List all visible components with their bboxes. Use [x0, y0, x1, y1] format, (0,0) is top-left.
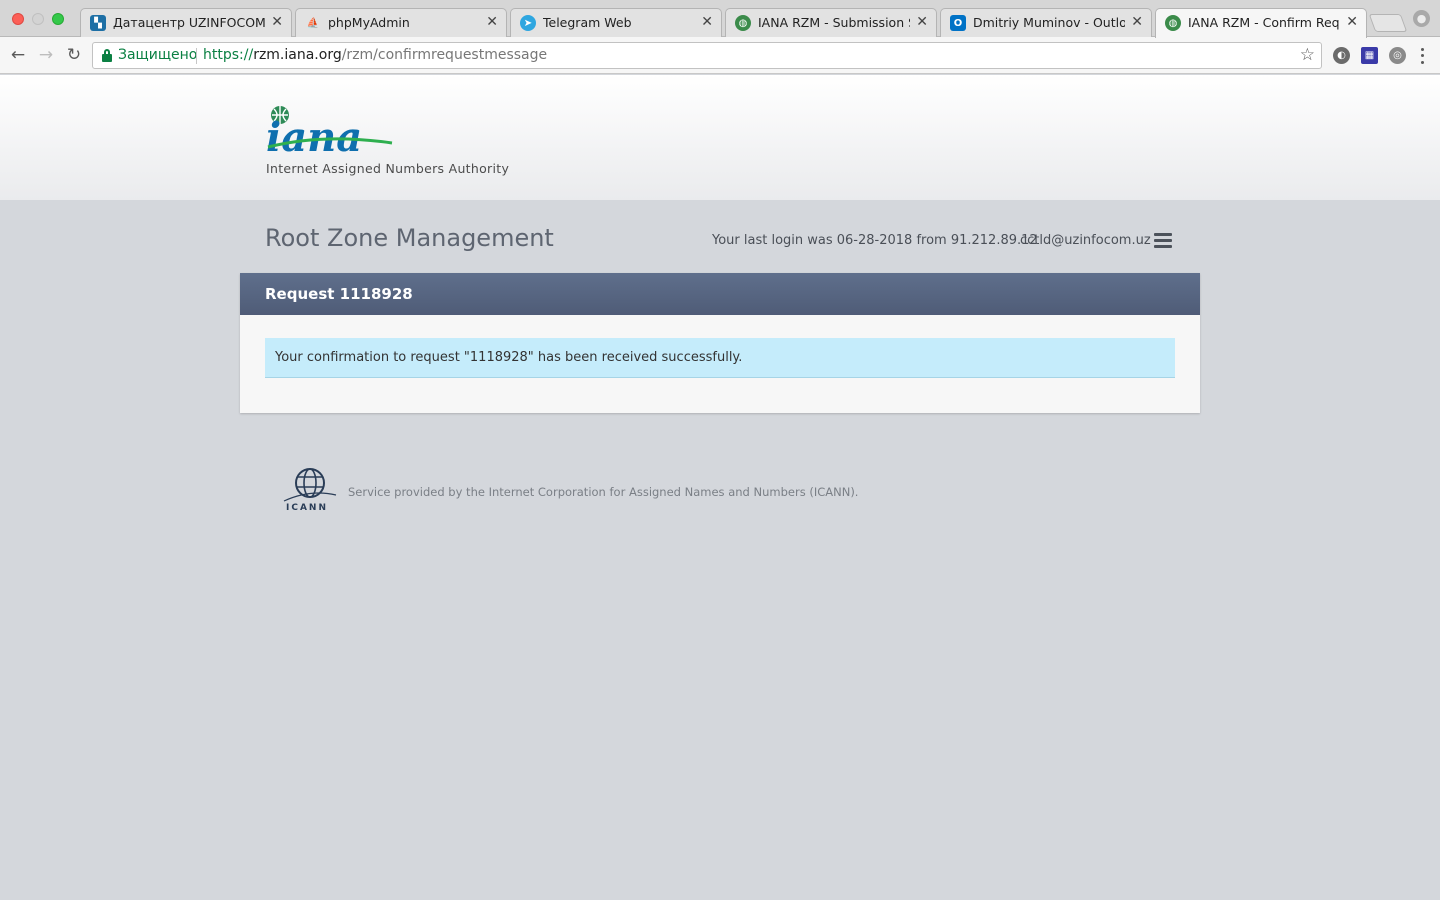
tab-title: Dmitriy Muminov - Outlook W: [973, 15, 1125, 30]
secure-label: Защищено: [118, 47, 198, 63]
request-panel: Request 1118928 Your confirmation to req…: [240, 273, 1200, 413]
tab-close-icon[interactable]: ✕: [1131, 13, 1143, 31]
browser-tabstrip: ▚ Датацентр UZINFOCOM ✕ ⛵ phpMyAdmin ✕ ➤…: [0, 0, 1440, 38]
alert-message: Your confirmation to request "1118928" h…: [275, 350, 743, 365]
phpmyadmin-favicon-icon: ⛵: [306, 17, 320, 29]
address-separator: [196, 48, 197, 64]
user-email[interactable]: cctld@uzinfocom.uz: [1020, 233, 1151, 248]
url-path: /rzm/confirmrequestmessage: [341, 47, 548, 63]
uzinfocom-favicon-icon: ▚: [90, 15, 106, 31]
window-minimize-button[interactable]: [32, 13, 44, 25]
back-arrow-icon[interactable]: ←: [7, 44, 29, 66]
iana-logo-text: iana: [266, 114, 362, 159]
tab-close-icon[interactable]: ✕: [271, 13, 283, 31]
extension-globe-icon[interactable]: ◎: [1389, 47, 1406, 64]
hamburger-menu-icon[interactable]: [1154, 233, 1172, 248]
iana-subtitle: Internet Assigned Numbers Authority: [266, 161, 510, 176]
profile-icon[interactable]: ●: [1413, 10, 1430, 27]
site-header: iana Internet Assigned Numbers Authority: [0, 75, 1440, 200]
url-host: rzm.iana.org: [253, 47, 342, 63]
success-alert: Your confirmation to request "1118928" h…: [265, 338, 1175, 378]
reload-icon[interactable]: ↻: [63, 44, 85, 66]
window-zoom-button[interactable]: [52, 13, 64, 25]
last-login-info: Your last login was 06-28-2018 from 91.2…: [712, 233, 1038, 248]
browser-toolbar: ← → ↻ Защищено https://rzm.iana.org/rzm/…: [0, 37, 1440, 74]
bookmark-star-icon[interactable]: ☆: [1300, 45, 1315, 65]
tab-telegram[interactable]: ➤ Telegram Web ✕: [510, 8, 722, 37]
app-title[interactable]: Root Zone Management: [265, 224, 554, 252]
tab-iana-submission[interactable]: ◍ IANA RZM - Submission Sum ✕: [725, 8, 937, 37]
tab-close-icon[interactable]: ✕: [916, 13, 928, 31]
lock-icon: [102, 49, 112, 62]
telegram-favicon-icon: ➤: [520, 15, 536, 31]
tab-title: phpMyAdmin: [328, 15, 410, 30]
tab-close-icon[interactable]: ✕: [1346, 13, 1358, 31]
url-scheme: https://: [203, 47, 254, 63]
tab-title: IANA RZM - Confirm Request: [1188, 15, 1340, 30]
outlook-favicon-icon: O: [950, 15, 966, 31]
iana-globe-favicon-icon: ◍: [1165, 15, 1181, 31]
extension-grid-icon[interactable]: ▦: [1361, 47, 1378, 64]
tab-uzinfocom[interactable]: ▚ Датацентр UZINFOCOM ✕: [80, 8, 292, 37]
new-tab-button[interactable]: [1368, 14, 1408, 32]
tab-close-icon[interactable]: ✕: [701, 13, 713, 31]
extension-vpn-icon[interactable]: ◐: [1333, 47, 1350, 64]
tab-iana-confirm[interactable]: ◍ IANA RZM - Confirm Request ✕: [1155, 8, 1367, 38]
page: iana Internet Assigned Numbers Authority…: [0, 75, 1440, 900]
url-text[interactable]: https://rzm.iana.org/rzm/confirmrequestm…: [203, 47, 547, 63]
browser-menu-icon[interactable]: [1416, 46, 1428, 66]
tab-phpmyadmin[interactable]: ⛵ phpMyAdmin ✕: [295, 8, 507, 37]
footer: ICANN Service provided by the Internet C…: [280, 465, 980, 525]
tab-title: Telegram Web: [543, 15, 632, 30]
icann-wordmark: ICANN: [286, 503, 328, 513]
window-close-button[interactable]: [12, 13, 24, 25]
tab-title: IANA RZM - Submission Sum: [758, 15, 910, 30]
panel-header: Request 1118928: [240, 273, 1200, 315]
iana-globe-favicon-icon: ◍: [735, 15, 751, 31]
tab-outlook[interactable]: O Dmitriy Muminov - Outlook W ✕: [940, 8, 1152, 37]
panel-title: Request 1118928: [265, 285, 413, 303]
forward-arrow-icon[interactable]: →: [35, 44, 57, 66]
iana-logo[interactable]: iana: [264, 103, 404, 159]
tab-title: Датацентр UZINFOCOM: [113, 15, 265, 30]
footer-text: Service provided by the Internet Corpora…: [348, 485, 859, 499]
address-bar[interactable]: Защищено https://rzm.iana.org/rzm/confir…: [92, 42, 1322, 69]
tab-close-icon[interactable]: ✕: [486, 13, 498, 31]
